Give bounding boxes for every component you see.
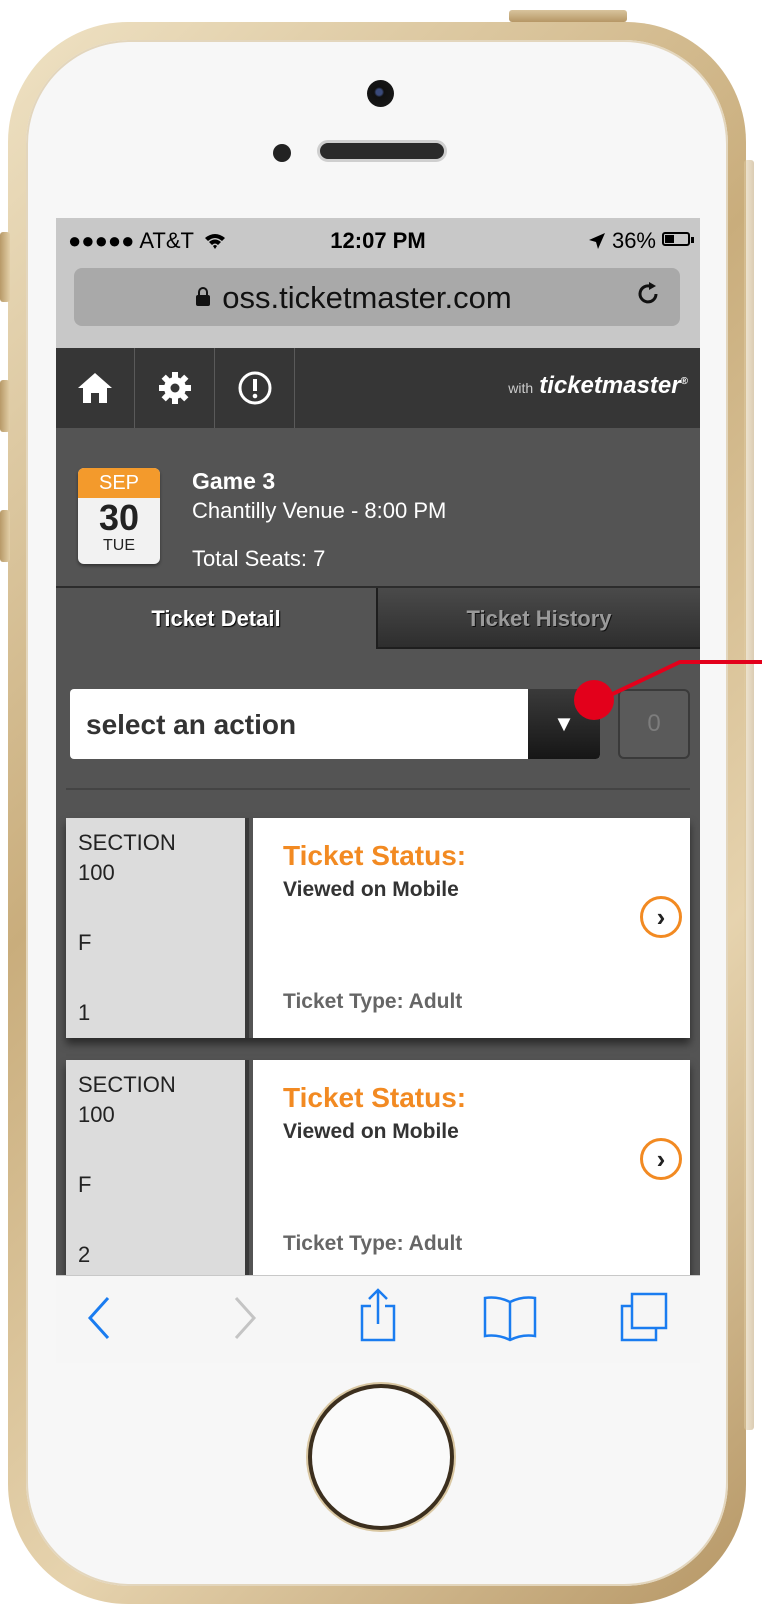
event-weekday: TUE (103, 537, 135, 554)
ticket-type: Ticket Type: Adult (283, 990, 463, 1013)
battery-tip (691, 237, 694, 243)
ticket-card[interactable]: SECTION 100 F 2 Ticket Status: Viewed on… (66, 1060, 690, 1280)
ticket-type: Ticket Type: Adult (283, 1232, 463, 1255)
home-icon (78, 373, 112, 403)
chevron-right-icon[interactable]: › (640, 896, 682, 938)
ticket-status-label: Ticket Status: (283, 840, 467, 871)
event-title: Game 3 (192, 468, 276, 494)
ticket-card[interactable]: SECTION 100 F 1 Ticket Status: Viewed on… (66, 818, 690, 1038)
event-day: 30 (98, 497, 140, 538)
front-camera (367, 80, 394, 107)
event-header: SEP 30 TUE Game 3 Chantilly Venue - 8:00… (56, 428, 700, 588)
settings-nav-button[interactable] (136, 348, 215, 428)
event-total-seats: Total Seats: 7 (192, 546, 326, 571)
earpiece-speaker (317, 140, 447, 162)
mute-switch (0, 232, 10, 302)
back-icon[interactable] (86, 1294, 114, 1347)
battery-fill (665, 235, 674, 243)
section-label: SECTION (78, 830, 176, 855)
action-select[interactable]: select an action ▼ (70, 689, 600, 759)
annotation-dot (574, 680, 614, 720)
alert-nav-button[interactable] (216, 348, 295, 428)
ticket-info: Ticket Status: Viewed on Mobile Ticket T… (253, 818, 690, 1038)
url-text: oss.ticketmaster.com (222, 280, 512, 315)
lock-icon (196, 287, 211, 306)
action-select-label: select an action (86, 709, 297, 740)
power-button (509, 10, 627, 22)
phone-right-edge (744, 160, 754, 1430)
phone-screen: ●●●●● AT&T 12:07 PM 36% oss.ticketmaster… (56, 218, 700, 1363)
forward-icon[interactable] (230, 1294, 258, 1347)
section-number: 100 (78, 1102, 115, 1127)
section-number: 100 (78, 860, 115, 885)
divider (66, 788, 690, 790)
seat-info: SECTION 100 F 2 (66, 1060, 249, 1280)
row-letter: F (78, 930, 92, 955)
chevron-right-icon[interactable]: › (640, 1138, 682, 1180)
safari-toolbar (56, 1275, 700, 1363)
proximity-sensor (273, 144, 291, 162)
address-bar[interactable]: oss.ticketmaster.com (74, 268, 680, 326)
url-text-wrap: oss.ticketmaster.com (74, 280, 634, 316)
volume-down-button (0, 510, 10, 562)
location-arrow-icon (588, 228, 612, 253)
seat-info: SECTION 100 F 1 (66, 818, 249, 1038)
row-letter: F (78, 1172, 92, 1197)
battery-icon (662, 232, 690, 246)
app-nav-bar: with ticketmaster® (56, 348, 700, 428)
event-month: SEP (78, 468, 160, 498)
seat-number: 1 (78, 1000, 91, 1025)
event-venue-time: Chantilly Venue - 8:00 PM (192, 498, 447, 523)
battery-status: 36% (588, 228, 656, 254)
ticketmaster-brand: with ticketmaster® (508, 372, 688, 399)
share-icon[interactable] (358, 1288, 398, 1347)
ticket-info: Ticket Status: Viewed on Mobile Ticket T… (253, 1060, 690, 1280)
reload-icon[interactable] (634, 280, 662, 316)
ticket-status-value: Viewed on Mobile (283, 1120, 459, 1143)
ticket-status-label: Ticket Status: (283, 1082, 467, 1113)
ticket-tabs: Ticket Detail Ticket History (56, 588, 700, 649)
volume-up-button (0, 380, 10, 432)
gear-icon (159, 372, 191, 404)
home-nav-button[interactable] (56, 348, 135, 428)
seat-number: 2 (78, 1242, 91, 1267)
bookmarks-icon[interactable] (482, 1294, 538, 1347)
alert-icon (238, 371, 272, 405)
tab-ticket-history[interactable]: Ticket History (376, 588, 700, 649)
tabs-icon[interactable] (618, 1290, 672, 1349)
section-label: SECTION (78, 1072, 176, 1097)
battery-percent: 36% (611, 228, 656, 253)
calendar-badge: SEP 30 TUE (78, 468, 160, 564)
ticket-status-value: Viewed on Mobile (283, 878, 459, 901)
tab-ticket-detail[interactable]: Ticket Detail (56, 588, 376, 649)
home-button[interactable] (312, 1388, 450, 1526)
browser-chrome: oss.ticketmaster.com (56, 264, 700, 348)
status-bar: ●●●●● AT&T 12:07 PM 36% (56, 218, 700, 264)
annotation-line (600, 660, 762, 702)
